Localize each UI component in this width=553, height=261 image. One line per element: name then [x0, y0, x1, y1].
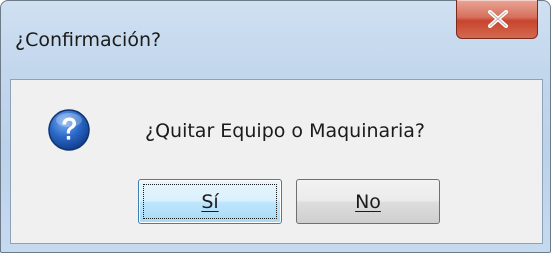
- window-title: ¿Confirmación?: [15, 29, 162, 51]
- yes-button-label: Sí: [201, 190, 219, 213]
- dialog-message: ¿Quitar Equipo o Maquinaria?: [145, 120, 425, 142]
- close-icon: [488, 10, 508, 28]
- yes-button[interactable]: Sí: [138, 179, 282, 224]
- no-button[interactable]: No: [296, 179, 440, 224]
- dialog-body: ¿Quitar Equipo o Maquinaria? Sí No: [10, 79, 543, 244]
- title-bar[interactable]: ¿Confirmación?: [1, 0, 550, 79]
- question-icon: [48, 109, 90, 151]
- close-button[interactable]: [456, 0, 538, 39]
- no-button-label: No: [355, 190, 381, 213]
- dialog-window: ¿Confirmación? ¿Quitar Equipo o Maquinar…: [0, 0, 551, 253]
